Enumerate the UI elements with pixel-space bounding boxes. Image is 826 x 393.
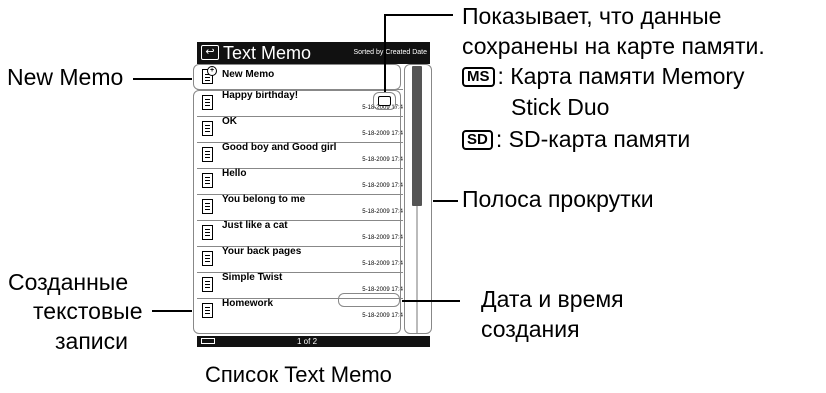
created-callout-line1: Созданные [8,269,129,295]
scrollbar-highlight [404,64,432,334]
new-memo-callout: New Memo [7,64,124,90]
scrollbar-leader [433,200,458,202]
ms-text: : Карта памяти Memory [497,63,745,89]
figure-caption: Список Text Memo [205,362,392,387]
sd-text: : SD-карта памяти [495,126,691,152]
new-memo-highlight [193,64,401,90]
app-title: Text Memo [223,43,312,63]
datetime-callout-line2: создания [481,316,580,342]
sd-badge-icon: SD [462,130,493,150]
storage-leader-v [384,14,386,92]
status-bar: 1 of 2 [197,336,430,347]
back-icon[interactable]: ↩ [201,45,219,60]
new-memo-leader [133,78,192,80]
ms-callout-line2: Stick Duo [511,94,610,120]
card-icon-highlight [373,92,396,110]
date-highlight [338,293,400,307]
sd-callout: SD: SD-карта памяти [462,126,690,153]
title-bar: ↩ Text Memo Sorted by Created Date [197,42,430,64]
created-callout-line2: текстовые [33,298,143,324]
storage-callout-line2: сохранены на карте памяти. [462,33,765,59]
page-indicator: 1 of 2 [297,337,318,346]
scrollbar-callout: Полоса прокрутки [462,186,654,212]
storage-leader-h [385,14,453,16]
sort-label[interactable]: Sorted by Created Date [353,48,427,57]
datetime-leader [402,300,460,302]
created-leader [152,310,192,312]
battery-icon [201,338,215,344]
ms-badge-icon: MS [462,67,495,87]
storage-callout-line1: Показывает, что данные [462,3,722,29]
created-callout-line3: записи [55,328,128,354]
ms-callout: MS: Карта памяти Memory [462,63,745,90]
datetime-callout-line1: Дата и время [481,286,624,312]
